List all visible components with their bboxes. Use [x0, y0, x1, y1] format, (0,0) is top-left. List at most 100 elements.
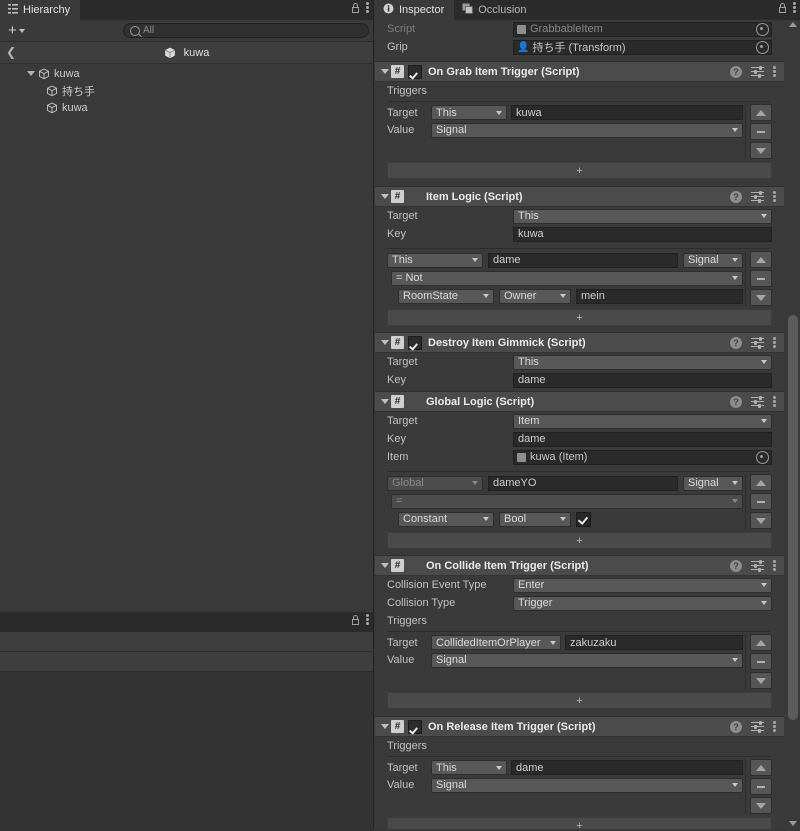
expand-toggle[interactable]	[26, 71, 36, 76]
list-move-down-button[interactable]	[750, 797, 772, 814]
help-icon[interactable]: ?	[730, 336, 742, 349]
list-move-down-button[interactable]	[750, 142, 772, 159]
collision-type-popup[interactable]: Trigger	[513, 595, 772, 611]
preset-icon[interactable]	[751, 559, 764, 572]
preset-icon[interactable]	[751, 336, 764, 349]
component-header-on-grab-item-trigger[interactable]: # On Grab Item Trigger (Script) ?	[375, 61, 784, 82]
list-move-down-button[interactable]	[750, 672, 772, 689]
list-remove-button[interactable]	[750, 270, 772, 287]
lock-icon[interactable]	[778, 2, 787, 13]
list-add-button[interactable]: +	[387, 817, 772, 829]
logic-compare-popup[interactable]: RoomState	[398, 288, 494, 304]
trigger-target-popup[interactable]: CollidedItemOrPlayer	[431, 635, 561, 650]
logic-compare-text[interactable]: mein	[576, 288, 743, 304]
scroll-down-arrow[interactable]	[789, 821, 797, 826]
kebab-menu-icon[interactable]	[773, 337, 776, 348]
kebab-menu-icon[interactable]	[773, 191, 776, 202]
list-remove-button[interactable]	[750, 493, 772, 510]
component-header-on-release-item-trigger[interactable]: # On Release Item Trigger (Script) ?	[375, 716, 784, 737]
lock-icon[interactable]	[351, 2, 360, 13]
logic-bool-checkbox[interactable]	[576, 511, 591, 527]
inspector-scrollbar[interactable]	[786, 20, 800, 829]
preset-icon[interactable]	[751, 395, 764, 408]
list-move-up-button[interactable]	[750, 474, 772, 491]
list-add-button[interactable]: +	[387, 162, 772, 179]
list-move-down-button[interactable]	[750, 512, 772, 529]
list-move-up-button[interactable]	[750, 104, 772, 121]
trigger-value-popup[interactable]: Signal	[431, 777, 743, 793]
logic-type-popup[interactable]: Signal	[683, 475, 743, 491]
foldout-icon[interactable]	[378, 194, 391, 199]
field-target-popup[interactable]: Item	[513, 413, 772, 429]
foldout-icon[interactable]	[378, 724, 391, 729]
help-icon[interactable]: ?	[730, 65, 742, 78]
tab-occlusion[interactable]: Occlusion	[454, 0, 536, 20]
chevron-left-icon[interactable]: ❮	[6, 46, 16, 58]
logic-key-text[interactable]: dameYO	[488, 475, 678, 491]
kebab-menu-icon[interactable]	[773, 560, 776, 571]
component-header-item-logic[interactable]: # Item Logic (Script) ?	[375, 186, 784, 207]
logic-source-popup[interactable]: This	[387, 252, 483, 268]
kebab-menu-icon[interactable]	[773, 721, 776, 732]
logic-compare-popup[interactable]: Constant	[398, 511, 494, 527]
logic-key-text[interactable]: dame	[488, 252, 678, 268]
trigger-target-popup[interactable]: This	[431, 760, 507, 775]
component-header-on-collide-item-trigger[interactable]: # On Collide Item Trigger (Script) ?	[375, 555, 784, 576]
lock-icon[interactable]	[351, 614, 360, 625]
logic-compare-popup-2[interactable]: Owner	[499, 288, 571, 304]
list-remove-button[interactable]	[750, 778, 772, 795]
breadcrumb-prefab[interactable]: kuwa	[164, 47, 209, 59]
field-grip-value[interactable]: 👤 持ち手 (Transform)	[513, 39, 772, 55]
field-item-object[interactable]: kuwa (Item)	[513, 449, 772, 465]
help-icon[interactable]: ?	[730, 395, 742, 408]
help-icon[interactable]: ?	[730, 559, 742, 572]
help-icon[interactable]: ?	[730, 190, 742, 203]
logic-operator-popup[interactable]: =	[391, 493, 743, 509]
component-header-global-logic[interactable]: # Global Logic (Script) ?	[375, 391, 784, 412]
kebab-menu-icon[interactable]	[773, 396, 776, 407]
object-picker-icon[interactable]	[756, 450, 769, 464]
foldout-icon[interactable]	[378, 340, 391, 345]
component-enabled-checkbox[interactable]	[408, 64, 422, 79]
preset-icon[interactable]	[751, 190, 764, 203]
component-enabled-checkbox[interactable]	[408, 719, 422, 734]
list-add-button[interactable]: +	[387, 309, 772, 326]
logic-compare-popup-2[interactable]: Bool	[499, 511, 571, 527]
object-picker-icon[interactable]	[756, 40, 769, 54]
trigger-target-text[interactable]: dame	[511, 760, 743, 775]
object-picker-icon[interactable]	[756, 22, 769, 36]
field-target-popup[interactable]: This	[513, 354, 772, 370]
preset-icon[interactable]	[751, 720, 764, 733]
list-move-down-button[interactable]	[750, 289, 772, 306]
trigger-value-popup[interactable]: Signal	[431, 652, 743, 668]
foldout-icon[interactable]	[378, 399, 391, 404]
tab-inspector[interactable]: Inspector	[375, 0, 455, 20]
list-move-up-button[interactable]	[750, 251, 772, 268]
trigger-target-text[interactable]: kuwa	[511, 105, 743, 120]
component-header-destroy-item-gimmick[interactable]: # Destroy Item Gimmick (Script) ?	[375, 332, 784, 353]
field-target-popup[interactable]: This	[513, 208, 772, 224]
list-add-button[interactable]: +	[387, 532, 772, 549]
list-remove-button[interactable]	[750, 123, 772, 140]
kebab-menu-icon[interactable]	[366, 614, 369, 625]
help-icon[interactable]: ?	[730, 720, 742, 733]
hierarchy-row-grip[interactable]: 持ち手	[0, 82, 373, 99]
list-move-up-button[interactable]	[750, 759, 772, 776]
field-script-value[interactable]: GrabbableItem	[513, 21, 772, 37]
kebab-menu-icon[interactable]	[366, 2, 369, 13]
foldout-icon[interactable]	[378, 563, 391, 568]
collision-event-type-popup[interactable]: Enter	[513, 577, 772, 593]
field-key-text[interactable]: kuwa	[513, 226, 772, 242]
logic-source-popup[interactable]: Global	[387, 475, 483, 491]
logic-type-popup[interactable]: Signal	[683, 252, 743, 268]
list-remove-button[interactable]	[750, 653, 772, 670]
preset-icon[interactable]	[751, 65, 764, 78]
field-key-text[interactable]: dame	[513, 372, 772, 388]
search-input[interactable]: All	[123, 23, 369, 38]
hierarchy-row-kuwa-child[interactable]: kuwa	[0, 99, 373, 116]
list-add-button[interactable]: +	[387, 692, 772, 709]
trigger-value-popup[interactable]: Signal	[431, 122, 743, 138]
component-enabled-checkbox[interactable]	[408, 335, 422, 350]
kebab-menu-icon[interactable]	[793, 2, 796, 13]
trigger-target-text[interactable]: zakuzaku	[565, 635, 743, 650]
